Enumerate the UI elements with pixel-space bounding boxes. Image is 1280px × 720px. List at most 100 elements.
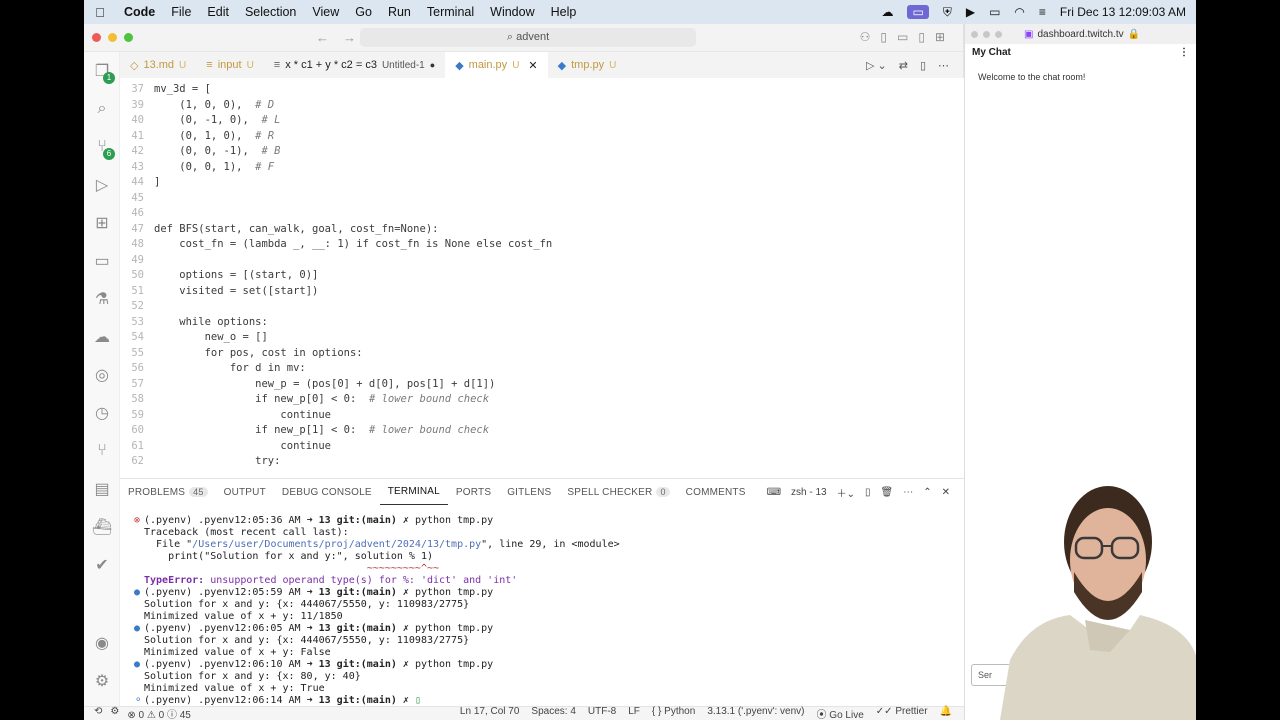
close-window-icon[interactable] <box>92 33 101 42</box>
source-control-icon[interactable]: ⑂ 6 <box>84 128 120 166</box>
menu-run[interactable]: Run <box>380 5 419 19</box>
code-line[interactable]: 56 for d in mv: <box>120 361 964 377</box>
more-actions-icon[interactable]: ⋯ <box>938 59 949 72</box>
panel-tab-debug-console[interactable]: DEBUG CONSOLE <box>274 479 380 505</box>
panel-tab-gitlens[interactable]: GITLENS <box>499 479 559 505</box>
apple-icon[interactable]:  <box>84 5 116 20</box>
panel-tab-spell-checker[interactable]: SPELL CHECKER 0 <box>559 479 677 505</box>
unsaved-dot-icon[interactable]: ● <box>430 60 435 70</box>
code-line[interactable]: 48 cost_fn = (lambda _, __: 1) if cost_f… <box>120 237 964 253</box>
code-line[interactable]: 41 (0, 1, 0), # R <box>120 129 964 145</box>
panel-tab-comments[interactable]: COMMENTS <box>678 479 754 505</box>
wifi-icon[interactable]: ◠ <box>1014 5 1024 19</box>
customize-layout-icon[interactable]: ⊞ <box>935 30 945 44</box>
encoding[interactable]: UTF-8 <box>588 706 616 720</box>
tab-untitled-1[interactable]: ≡ x * c1 + y * c2 = c3 Untitled-1 ● <box>264 52 445 78</box>
code-line[interactable]: 50 options = [(start, 0)] <box>120 268 964 284</box>
code-line[interactable]: 46 <box>120 206 964 222</box>
tab-main-py[interactable]: ◆ main.py U ✕ <box>445 52 548 78</box>
code-line[interactable]: 52 <box>120 299 964 315</box>
browser-close-icon[interactable] <box>971 30 978 38</box>
check-icon[interactable]: ✔ <box>84 546 120 584</box>
code-line[interactable]: 55 for pos, cost in options: <box>120 346 964 362</box>
code-line[interactable]: 49 <box>120 253 964 269</box>
clock-text[interactable]: Fri Dec 13 12:09:03 AM <box>1060 5 1186 19</box>
code-line[interactable]: 62 try: <box>120 454 964 470</box>
code-line[interactable]: 47 def BFS(start, can_walk, goal, cost_fn… <box>120 222 964 238</box>
git-graph-icon[interactable]: ⑂ <box>84 432 120 470</box>
cursor-position[interactable]: Ln 17, Col 70 <box>460 706 520 720</box>
menu-view[interactable]: View <box>304 5 347 19</box>
language-mode[interactable]: { } Python <box>652 706 695 720</box>
menu-edit[interactable]: Edit <box>199 5 237 19</box>
indentation[interactable]: Spaces: 4 <box>531 706 575 720</box>
tab-13-md[interactable]: ◇ 13.md U <box>120 52 196 78</box>
traceback-path-link[interactable]: /Users/user/Documents/proj/advent/2024/1… <box>192 539 481 551</box>
kill-terminal-icon[interactable]: 🗑 <box>881 487 894 498</box>
code-line[interactable]: 58 if new_p[0] < 0: # lower bound check <box>120 392 964 408</box>
code-line[interactable]: 53 while options: <box>120 315 964 331</box>
menu-help[interactable]: Help <box>543 5 585 19</box>
problems-status[interactable]: ⊗ 0 ⚠ 0 ⓘ 45 <box>127 706 191 720</box>
notifications-bell-icon[interactable]: 🔔 <box>940 706 952 720</box>
settings-gear-icon[interactable]: ⚙ <box>84 662 120 700</box>
code-line[interactable]: 51 visited = set([start]) <box>120 284 964 300</box>
screen-record-icon[interactable]: ▭ <box>907 5 929 19</box>
menu-terminal[interactable]: Terminal <box>419 5 482 19</box>
forward-arrow-icon[interactable]: → <box>343 30 356 45</box>
prettier-button[interactable]: ✓✓ Prettier <box>876 706 928 720</box>
code-editor[interactable]: 37 mv_3d = [39 (1, 0, 0), # D 40 (0, -1, 0… <box>120 78 964 478</box>
cloud-icon[interactable]: ☁ <box>881 5 893 19</box>
back-arrow-icon[interactable]: ← <box>316 30 329 45</box>
account-icon[interactable]: ◉ <box>84 624 120 662</box>
code-line[interactable]: 54 new_o = [] <box>120 330 964 346</box>
split-editor-icon[interactable]: ▯ <box>920 59 926 72</box>
tab-input[interactable]: ≡ input U <box>196 52 264 78</box>
docker-icon[interactable]: ⛴ <box>84 508 120 546</box>
maximize-panel-icon[interactable]: ⌃ <box>923 487 931 498</box>
browser-minimize-icon[interactable] <box>983 30 990 38</box>
run-python-icon[interactable]: ▷ ⌄ <box>866 59 887 72</box>
extensions-icon[interactable]: ⊞ <box>84 204 120 242</box>
menu-selection[interactable]: Selection <box>237 5 304 19</box>
tab-tmp-py[interactable]: ◆ tmp.py U <box>548 52 627 78</box>
address-bar[interactable]: ▣ dashboard.twitch.tv 🔒 <box>1024 29 1140 40</box>
shield-icon[interactable]: ⛨ <box>943 5 952 20</box>
code-line[interactable]: 59 continue <box>120 408 964 424</box>
menu-window[interactable]: Window <box>482 5 542 19</box>
close-tab-icon[interactable]: ✕ <box>528 59 537 72</box>
python-interpreter[interactable]: 3.13.1 ('.pyenv': venv) <box>707 706 804 720</box>
code-line[interactable]: 44] <box>120 175 964 191</box>
panel-tab-terminal[interactable]: TERMINAL <box>379 479 448 505</box>
copilot-icon[interactable]: ⚇ <box>860 30 871 44</box>
terminal-output[interactable]: ⊗ (.pyenv) .pyenv 12:05:36 AM ➜ 13 git:(ma… <box>120 505 964 707</box>
menu-file[interactable]: File <box>163 5 199 19</box>
panel-tab-output[interactable]: OUTPUT <box>216 479 274 505</box>
browser-zoom-icon[interactable] <box>995 30 1002 38</box>
play-icon[interactable]: ▶ <box>966 5 975 19</box>
code-line[interactable]: 39 (1, 0, 0), # D <box>120 98 964 114</box>
code-line[interactable]: 57 new_p = (pos[0] + d[0], pos[1] + d[1]… <box>120 377 964 393</box>
code-line[interactable]: 42 (0, 0, -1), # B <box>120 144 964 160</box>
code-line[interactable]: 40 (0, -1, 0), # L <box>120 113 964 129</box>
minimize-window-icon[interactable] <box>108 33 117 42</box>
command-center-search[interactable]: ⌕ advent <box>360 28 696 47</box>
kebab-menu-icon[interactable]: ⋮ <box>1179 47 1189 58</box>
run-debug-icon[interactable]: ▷ <box>84 166 120 204</box>
code-line[interactable]: 43 (0, 0, 1), # F <box>120 160 964 176</box>
explorer-icon[interactable]: ❐ 1 <box>84 52 120 90</box>
database-icon[interactable]: ▤ <box>84 470 120 508</box>
testing-icon[interactable]: ⚗ <box>84 280 120 318</box>
code-line[interactable]: 45 <box>120 191 964 207</box>
zoom-window-icon[interactable] <box>124 33 133 42</box>
terminal-shell-name[interactable]: zsh - 13 <box>791 487 827 498</box>
new-terminal-icon[interactable]: ＋⌄ <box>837 485 855 500</box>
battery-icon[interactable]: ▭ <box>989 5 1000 19</box>
toggle-panel-icon[interactable]: ▭ <box>897 30 908 44</box>
gitlens-icon[interactable]: ◎ <box>84 356 120 394</box>
search-icon[interactable]: ⌕ <box>84 90 120 128</box>
menu-go[interactable]: Go <box>347 5 380 19</box>
more-icon[interactable]: ⋯ <box>903 487 913 498</box>
end-of-line[interactable]: LF <box>628 706 640 720</box>
code-line[interactable]: 60 if new_p[1] < 0: # lower bound check <box>120 423 964 439</box>
